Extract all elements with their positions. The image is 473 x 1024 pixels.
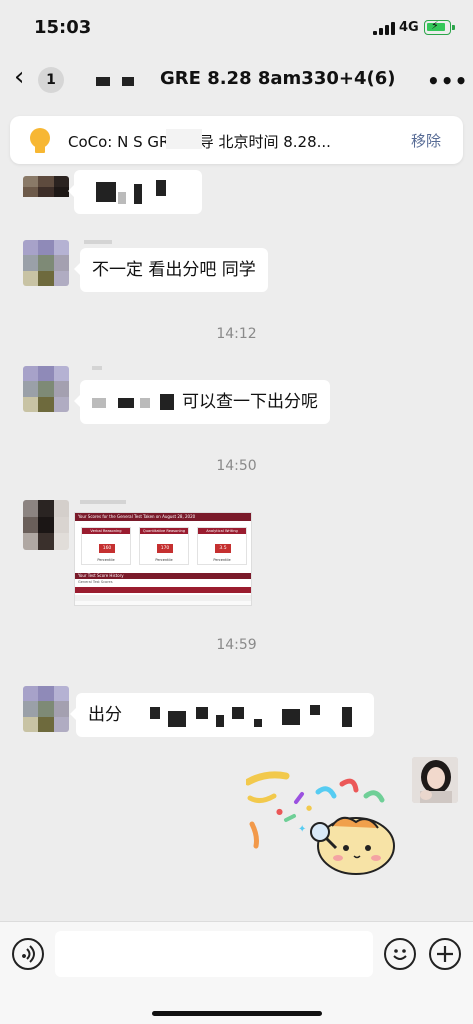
input-bar bbox=[0, 921, 473, 1024]
avatar[interactable] bbox=[23, 686, 69, 732]
message-text: 出分 bbox=[88, 705, 122, 725]
score-column: Verbal Reasoning 160 Percentile bbox=[81, 527, 131, 565]
redacted-block bbox=[96, 77, 110, 86]
avatar[interactable] bbox=[23, 176, 69, 208]
ellipsis-icon[interactable]: ••• bbox=[427, 69, 468, 93]
signal-icon bbox=[373, 22, 395, 35]
redacted-block bbox=[122, 77, 134, 86]
score-column: Quantitative Reasoning 170 Percentile bbox=[139, 527, 189, 565]
lightbulb-icon bbox=[30, 128, 50, 156]
avatar[interactable] bbox=[23, 366, 69, 412]
message-bubble[interactable]: 出分 bbox=[70, 693, 374, 737]
score-column: Analytical Writing 3.5 Percentile bbox=[197, 527, 247, 565]
score-report-image[interactable]: Your Scores for the General Test Taken o… bbox=[74, 512, 252, 606]
self-avatar[interactable] bbox=[412, 757, 458, 803]
remove-pin-button[interactable]: 移除 bbox=[411, 130, 441, 151]
avatar[interactable] bbox=[23, 500, 69, 550]
avatar[interactable] bbox=[23, 240, 69, 286]
chat-title[interactable]: GRE 8.28 8am330+4(6) bbox=[160, 68, 395, 89]
status-time: 15:03 bbox=[34, 17, 92, 38]
redacted-block bbox=[166, 129, 202, 149]
message-bubble[interactable] bbox=[68, 170, 202, 214]
sender-name bbox=[92, 366, 102, 370]
pinned-message-text: CoCo: N S GRE 辅导 北京时间 8.28... bbox=[68, 133, 331, 151]
pinned-message-banner[interactable]: CoCo: N S GRE 辅导 北京时间 8.28... 移除 bbox=[10, 116, 463, 164]
unread-count-badge[interactable]: 1 bbox=[38, 67, 64, 93]
message-input[interactable] bbox=[55, 931, 373, 977]
voice-icon[interactable] bbox=[12, 938, 44, 970]
hamster-sticker[interactable]: ✦ ● ● bbox=[244, 766, 406, 886]
emoji-icon[interactable] bbox=[384, 938, 416, 970]
svg-text:●: ● bbox=[306, 804, 312, 812]
svg-text:✦: ✦ bbox=[298, 824, 306, 835]
network-type: 4G bbox=[399, 20, 419, 35]
battery-icon: ⚡ bbox=[424, 19, 455, 35]
timestamp: 14:12 bbox=[216, 326, 257, 342]
home-indicator bbox=[152, 1011, 322, 1016]
message-bubble[interactable]: 不一定 看出分吧 同学 bbox=[74, 248, 268, 292]
chat-header: ‹ 1 GRE 8.28 8am330+4(6) ••• bbox=[0, 55, 473, 105]
status-bar: 15:03 4G ⚡ bbox=[0, 0, 473, 50]
timestamp: 14:50 bbox=[216, 458, 257, 474]
plus-icon[interactable] bbox=[429, 938, 461, 970]
message-bubble[interactable]: 可以查一下出分呢 bbox=[74, 380, 330, 424]
svg-text:●: ● bbox=[276, 807, 283, 816]
sender-name bbox=[84, 240, 112, 244]
chevron-left-icon[interactable]: ‹ bbox=[14, 63, 40, 93]
timestamp: 14:59 bbox=[216, 637, 257, 653]
sender-name bbox=[80, 500, 126, 504]
message-text: 可以查一下出分呢 bbox=[182, 392, 318, 412]
